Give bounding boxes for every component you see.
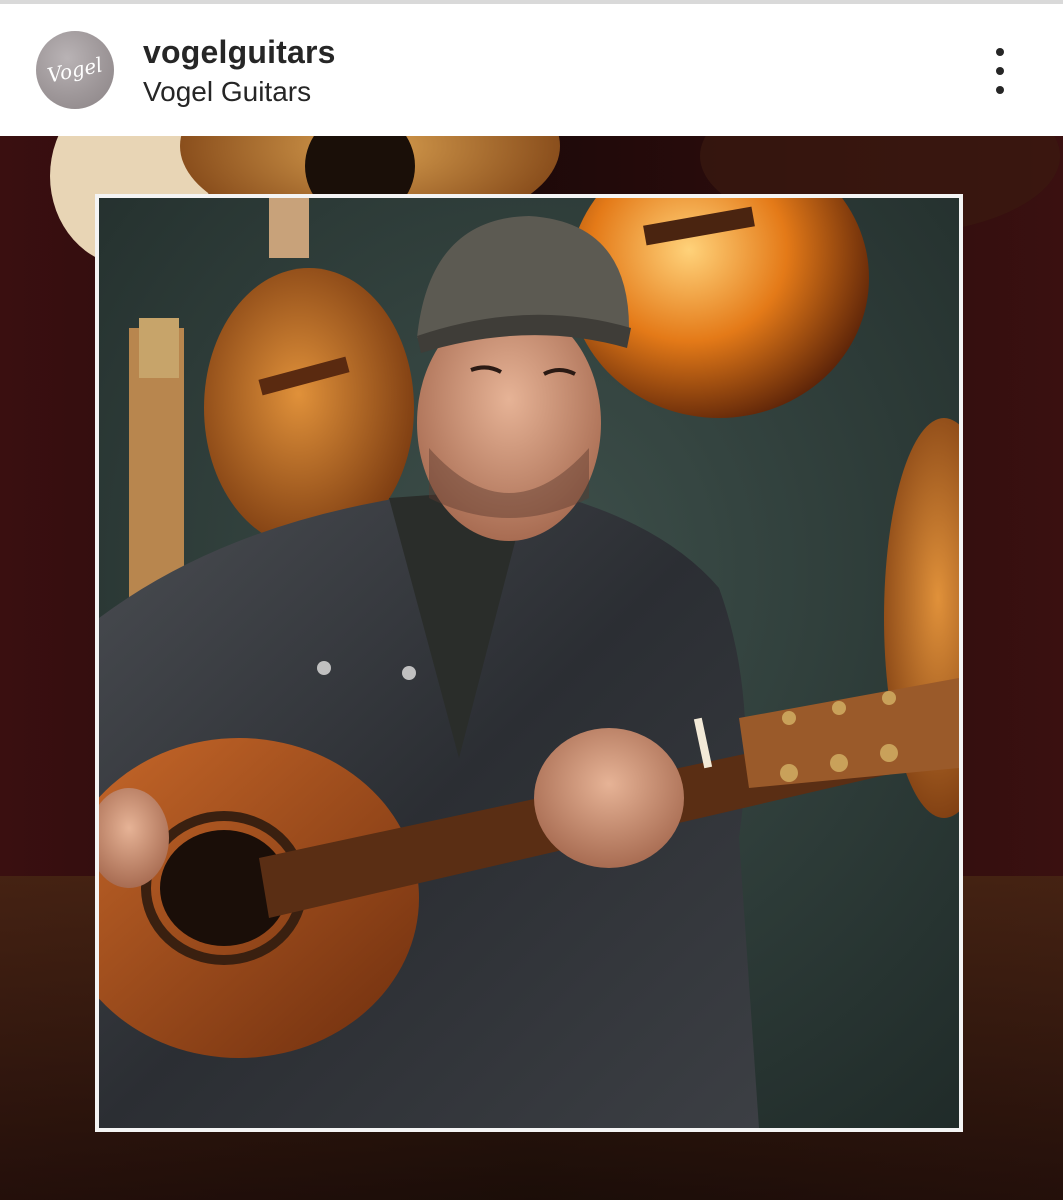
more-vertical-icon-dot — [996, 67, 1004, 75]
avatar-logo-text: Vogel — [45, 52, 105, 88]
post-header: Vogel vogelguitars Vogel Guitars — [0, 4, 1063, 136]
more-vertical-icon-dot — [996, 86, 1004, 94]
photo-frame — [95, 194, 963, 1132]
post-image[interactable] — [0, 136, 1063, 1200]
more-options-button[interactable] — [980, 48, 1020, 94]
musician-photo — [99, 198, 959, 1128]
username[interactable]: vogelguitars — [143, 34, 336, 71]
profile-avatar[interactable]: Vogel — [36, 31, 114, 109]
more-vertical-icon — [996, 48, 1004, 56]
display-name: Vogel Guitars — [143, 76, 312, 107]
